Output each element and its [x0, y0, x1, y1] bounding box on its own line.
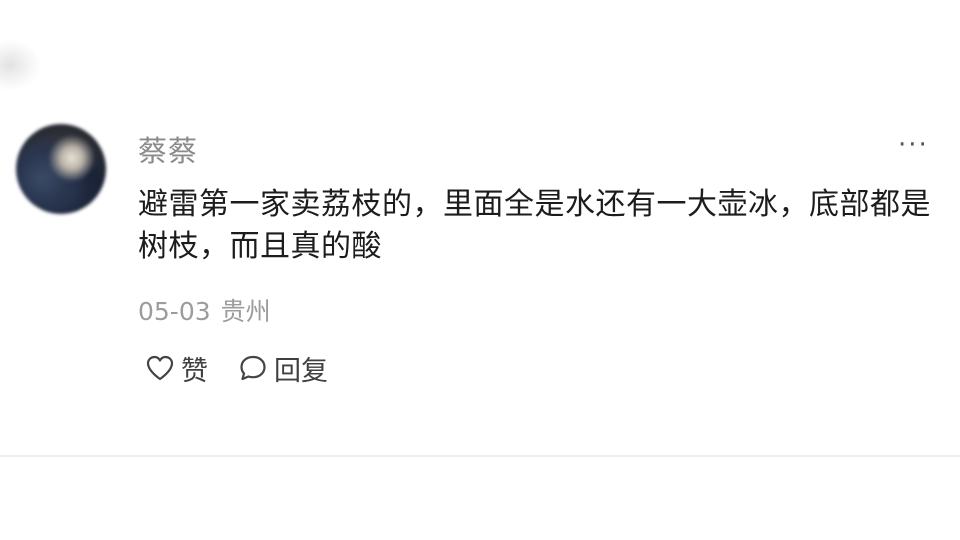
heart-outline-icon: [145, 354, 175, 382]
comment-item: 蔡蔡 ··· 避雷第一家卖荔枝的，里面全是水还有一大壶冰，底部都是树枝，而且真的…: [0, 0, 960, 456]
more-options-button[interactable]: ···: [898, 132, 929, 158]
reply-label: 回复: [274, 355, 328, 387]
like-button[interactable]: 赞: [145, 349, 208, 388]
comment-location: 贵州: [220, 297, 271, 326]
comment-username[interactable]: 蔡蔡: [138, 128, 198, 170]
divider: [0, 455, 960, 457]
avatar[interactable]: [16, 124, 106, 214]
like-label: 赞: [181, 355, 208, 387]
comment-meta: 05-03 贵州: [138, 292, 271, 328]
comment-date: 05-03: [138, 297, 211, 326]
comment-actions: 赞 回复: [145, 348, 328, 388]
comment-text: 避雷第一家卖荔枝的，里面全是水还有一大壶冰，底部都是树枝，而且真的酸: [138, 187, 931, 264]
reply-button[interactable]: 回复: [238, 349, 328, 388]
speech-bubble-icon: [238, 354, 268, 382]
